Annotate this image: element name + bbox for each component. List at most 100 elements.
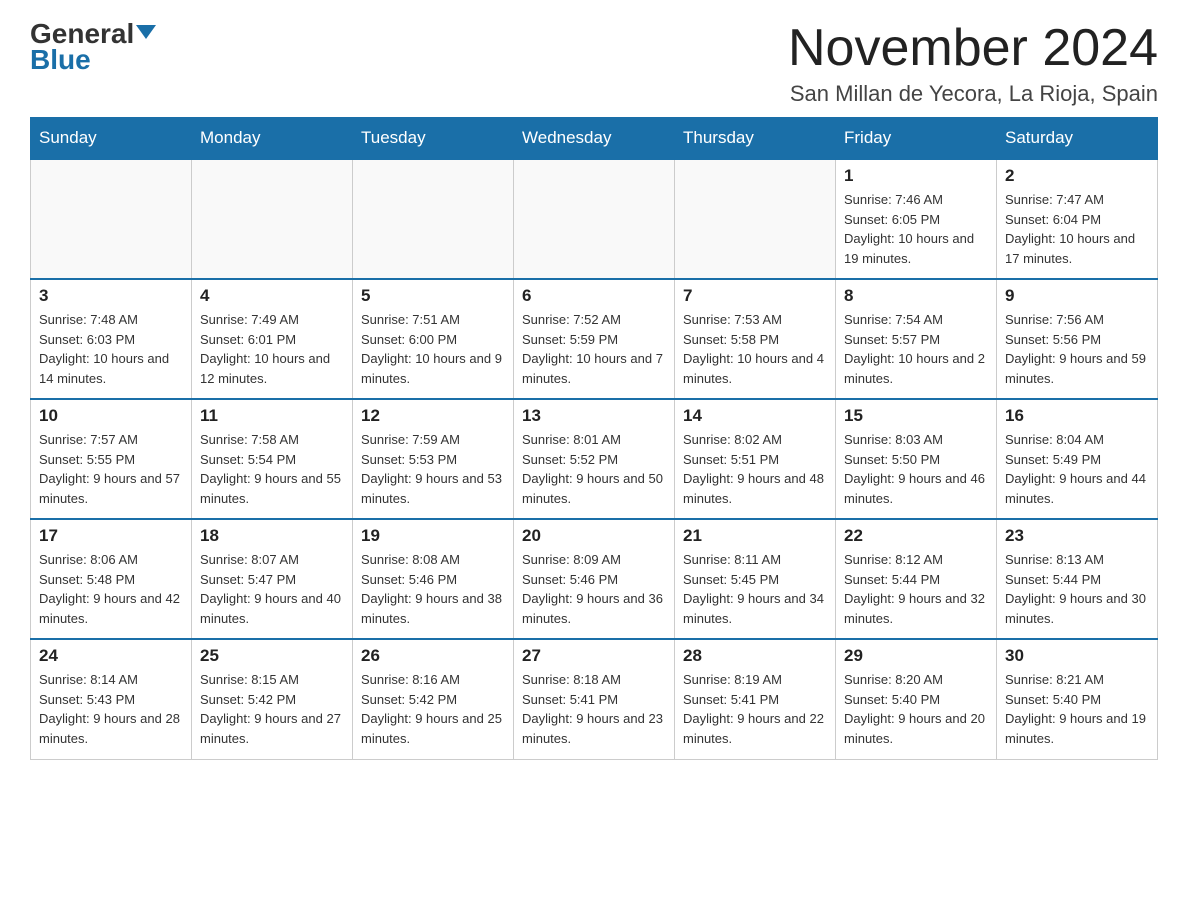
week-row-2: 3 Sunrise: 7:48 AMSunset: 6:03 PMDaylight… xyxy=(31,279,1158,399)
calendar-cell: 23Sunrise: 8:13 AMSunset: 5:44 PMDayligh… xyxy=(997,519,1158,639)
day-number: 3 xyxy=(39,286,183,306)
day-info: Sunrise: 8:14 AMSunset: 5:43 PMDaylight:… xyxy=(39,670,183,748)
calendar-cell: 30 Sunrise: 8:21 AMSunset: 5:40 PMDayligh… xyxy=(997,639,1158,759)
day-info: Sunrise: 8:19 AMSunset: 5:41 PMDaylight:… xyxy=(683,670,827,748)
day-info: Sunrise: 7:48 AMSunset: 6:03 PMDaylight:… xyxy=(39,310,183,388)
day-info: Sunrise: 8:12 AMSunset: 5:44 PMDaylight:… xyxy=(844,550,988,628)
weekday-header-thursday: Thursday xyxy=(675,118,836,160)
calendar-cell: 29 Sunrise: 8:20 AMSunset: 5:40 PMDayligh… xyxy=(836,639,997,759)
calendar-cell: 26Sunrise: 8:16 AMSunset: 5:42 PMDayligh… xyxy=(353,639,514,759)
day-number: 14 xyxy=(683,406,827,426)
calendar-cell: 2 Sunrise: 7:47 AMSunset: 6:04 PMDaylight… xyxy=(997,159,1158,279)
day-number: 27 xyxy=(522,646,666,666)
day-info: Sunrise: 8:11 AMSunset: 5:45 PMDaylight:… xyxy=(683,550,827,628)
day-number: 20 xyxy=(522,526,666,546)
day-number: 11 xyxy=(200,406,344,426)
logo: General Blue xyxy=(30,20,156,76)
day-number: 15 xyxy=(844,406,988,426)
day-info: Sunrise: 7:56 AMSunset: 5:56 PMDaylight:… xyxy=(1005,310,1149,388)
calendar-cell: 5 Sunrise: 7:51 AMSunset: 6:00 PMDaylight… xyxy=(353,279,514,399)
day-number: 26 xyxy=(361,646,505,666)
month-title: November 2024 xyxy=(788,20,1158,77)
calendar-cell: 22 Sunrise: 8:12 AMSunset: 5:44 PMDayligh… xyxy=(836,519,997,639)
calendar-table: SundayMondayTuesdayWednesdayThursdayFrid… xyxy=(30,117,1158,760)
day-number: 12 xyxy=(361,406,505,426)
day-number: 17 xyxy=(39,526,183,546)
day-number: 1 xyxy=(844,166,988,186)
calendar-cell: 18Sunrise: 8:07 AMSunset: 5:47 PMDayligh… xyxy=(192,519,353,639)
weekday-header-saturday: Saturday xyxy=(997,118,1158,160)
day-info: Sunrise: 8:09 AMSunset: 5:46 PMDaylight:… xyxy=(522,550,666,628)
logo-blue: Blue xyxy=(30,44,91,76)
day-number: 6 xyxy=(522,286,666,306)
calendar-cell: 4 Sunrise: 7:49 AMSunset: 6:01 PMDaylight… xyxy=(192,279,353,399)
day-info: Sunrise: 7:58 AMSunset: 5:54 PMDaylight:… xyxy=(200,430,344,508)
calendar-cell: 9 Sunrise: 7:56 AMSunset: 5:56 PMDaylight… xyxy=(997,279,1158,399)
calendar-cell: 1 Sunrise: 7:46 AMSunset: 6:05 PMDaylight… xyxy=(836,159,997,279)
calendar-cell xyxy=(31,159,192,279)
week-row-1: 1 Sunrise: 7:46 AMSunset: 6:05 PMDaylight… xyxy=(31,159,1158,279)
day-info: Sunrise: 8:04 AMSunset: 5:49 PMDaylight:… xyxy=(1005,430,1149,508)
day-info: Sunrise: 8:08 AMSunset: 5:46 PMDaylight:… xyxy=(361,550,505,628)
calendar-cell xyxy=(514,159,675,279)
day-number: 8 xyxy=(844,286,988,306)
day-info: Sunrise: 8:20 AMSunset: 5:40 PMDaylight:… xyxy=(844,670,988,748)
weekday-header-friday: Friday xyxy=(836,118,997,160)
day-number: 30 xyxy=(1005,646,1149,666)
calendar-cell xyxy=(192,159,353,279)
weekday-header-wednesday: Wednesday xyxy=(514,118,675,160)
day-info: Sunrise: 8:01 AMSunset: 5:52 PMDaylight:… xyxy=(522,430,666,508)
week-row-5: 24 Sunrise: 8:14 AMSunset: 5:43 PMDayligh… xyxy=(31,639,1158,759)
calendar-cell: 20 Sunrise: 8:09 AMSunset: 5:46 PMDayligh… xyxy=(514,519,675,639)
day-info: Sunrise: 7:53 AMSunset: 5:58 PMDaylight:… xyxy=(683,310,827,388)
day-info: Sunrise: 7:59 AMSunset: 5:53 PMDaylight:… xyxy=(361,430,505,508)
day-info: Sunrise: 8:07 AMSunset: 5:47 PMDaylight:… xyxy=(200,550,344,628)
day-number: 28 xyxy=(683,646,827,666)
day-info: Sunrise: 8:18 AMSunset: 5:41 PMDaylight:… xyxy=(522,670,666,748)
calendar-cell: 10Sunrise: 7:57 AMSunset: 5:55 PMDayligh… xyxy=(31,399,192,519)
day-number: 5 xyxy=(361,286,505,306)
day-info: Sunrise: 7:49 AMSunset: 6:01 PMDaylight:… xyxy=(200,310,344,388)
calendar-cell xyxy=(675,159,836,279)
calendar-cell: 13 Sunrise: 8:01 AMSunset: 5:52 PMDayligh… xyxy=(514,399,675,519)
calendar-cell: 3 Sunrise: 7:48 AMSunset: 6:03 PMDaylight… xyxy=(31,279,192,399)
calendar-cell: 12 Sunrise: 7:59 AMSunset: 5:53 PMDayligh… xyxy=(353,399,514,519)
calendar-cell: 6Sunrise: 7:52 AMSunset: 5:59 PMDaylight… xyxy=(514,279,675,399)
weekday-header-sunday: Sunday xyxy=(31,118,192,160)
day-number: 24 xyxy=(39,646,183,666)
calendar-cell: 7Sunrise: 7:53 AMSunset: 5:58 PMDaylight… xyxy=(675,279,836,399)
logo-triangle-icon xyxy=(136,25,156,39)
calendar-cell: 14 Sunrise: 8:02 AMSunset: 5:51 PMDayligh… xyxy=(675,399,836,519)
day-number: 13 xyxy=(522,406,666,426)
day-info: Sunrise: 8:21 AMSunset: 5:40 PMDaylight:… xyxy=(1005,670,1149,748)
day-info: Sunrise: 7:57 AMSunset: 5:55 PMDaylight:… xyxy=(39,430,183,508)
weekday-header-row: SundayMondayTuesdayWednesdayThursdayFrid… xyxy=(31,118,1158,160)
calendar-cell: 15 Sunrise: 8:03 AMSunset: 5:50 PMDayligh… xyxy=(836,399,997,519)
calendar-cell: 25Sunrise: 8:15 AMSunset: 5:42 PMDayligh… xyxy=(192,639,353,759)
day-number: 2 xyxy=(1005,166,1149,186)
day-info: Sunrise: 8:03 AMSunset: 5:50 PMDaylight:… xyxy=(844,430,988,508)
day-number: 4 xyxy=(200,286,344,306)
calendar-cell: 27 Sunrise: 8:18 AMSunset: 5:41 PMDayligh… xyxy=(514,639,675,759)
weekday-header-monday: Monday xyxy=(192,118,353,160)
location-title: San Millan de Yecora, La Rioja, Spain xyxy=(788,81,1158,107)
weekday-header-tuesday: Tuesday xyxy=(353,118,514,160)
day-info: Sunrise: 8:06 AMSunset: 5:48 PMDaylight:… xyxy=(39,550,183,628)
day-number: 22 xyxy=(844,526,988,546)
day-number: 23 xyxy=(1005,526,1149,546)
day-info: Sunrise: 8:15 AMSunset: 5:42 PMDaylight:… xyxy=(200,670,344,748)
day-number: 29 xyxy=(844,646,988,666)
day-info: Sunrise: 7:47 AMSunset: 6:04 PMDaylight:… xyxy=(1005,190,1149,268)
week-row-3: 10Sunrise: 7:57 AMSunset: 5:55 PMDayligh… xyxy=(31,399,1158,519)
day-number: 9 xyxy=(1005,286,1149,306)
day-info: Sunrise: 7:46 AMSunset: 6:05 PMDaylight:… xyxy=(844,190,988,268)
page-header: General Blue November 2024 San Millan de… xyxy=(30,20,1158,107)
day-info: Sunrise: 7:54 AMSunset: 5:57 PMDaylight:… xyxy=(844,310,988,388)
calendar-cell: 17 Sunrise: 8:06 AMSunset: 5:48 PMDayligh… xyxy=(31,519,192,639)
day-info: Sunrise: 8:02 AMSunset: 5:51 PMDaylight:… xyxy=(683,430,827,508)
day-number: 19 xyxy=(361,526,505,546)
day-info: Sunrise: 7:51 AMSunset: 6:00 PMDaylight:… xyxy=(361,310,505,388)
calendar-cell: 28 Sunrise: 8:19 AMSunset: 5:41 PMDayligh… xyxy=(675,639,836,759)
day-number: 21 xyxy=(683,526,827,546)
week-row-4: 17 Sunrise: 8:06 AMSunset: 5:48 PMDayligh… xyxy=(31,519,1158,639)
